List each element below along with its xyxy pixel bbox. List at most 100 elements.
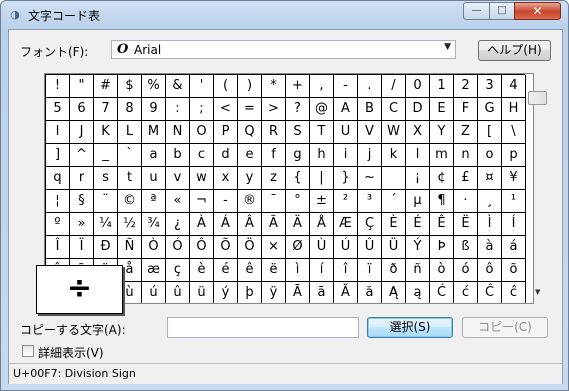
char-cell[interactable]: ª (142, 190, 166, 213)
char-cell[interactable]: b (166, 144, 190, 167)
char-cell[interactable]: Ú (334, 236, 358, 259)
char-cell[interactable]: È (382, 213, 406, 236)
char-cell[interactable]: - (334, 75, 358, 98)
char-cell[interactable]: , (310, 75, 334, 98)
char-cell[interactable]: y (238, 167, 262, 190)
char-cell[interactable]: æ (142, 259, 166, 282)
char-cell[interactable]: t (118, 167, 142, 190)
char-cell[interactable]: Ò (142, 236, 166, 259)
char-cell[interactable]: ā (310, 282, 334, 303)
char-cell[interactable]: Y (430, 121, 454, 144)
char-cell[interactable]: I (46, 121, 70, 144)
char-cell[interactable]: @ (310, 98, 334, 121)
char-cell[interactable]: . (358, 75, 382, 98)
char-cell[interactable]: Í (502, 213, 526, 236)
char-cell[interactable]: > (262, 98, 286, 121)
char-cell[interactable]: ą (406, 282, 430, 303)
char-cell[interactable]: Ä (286, 213, 310, 236)
char-cell[interactable]: ì (286, 259, 310, 282)
char-cell[interactable]: e (238, 144, 262, 167)
char-cell[interactable]: Ý (406, 236, 430, 259)
char-cell[interactable]: D (406, 98, 430, 121)
char-cell[interactable]: É (406, 213, 430, 236)
maximize-button[interactable]: □ (489, 2, 515, 20)
char-cell[interactable]: o (478, 144, 502, 167)
char-cell[interactable]: × (262, 236, 286, 259)
char-cell[interactable]: } (334, 167, 358, 190)
char-cell[interactable]: Õ (214, 236, 238, 259)
char-cell[interactable]: + (286, 75, 310, 98)
char-cell[interactable]: ă (358, 282, 382, 303)
char-cell[interactable]: ~ (358, 167, 382, 190)
char-cell[interactable]: M (142, 121, 166, 144)
char-cell[interactable]: ( (214, 75, 238, 98)
char-cell[interactable]: r (70, 167, 94, 190)
char-cell[interactable]: = (238, 98, 262, 121)
char-cell[interactable]: ¾ (142, 213, 166, 236)
char-cell[interactable]: k (382, 144, 406, 167)
char-cell[interactable]: ¢ (430, 167, 454, 190)
char-cell[interactable]: ` (118, 144, 142, 167)
char-cell[interactable]: Ć (430, 282, 454, 303)
char-cell[interactable]: v (166, 167, 190, 190)
char-cell[interactable]: Ã (262, 213, 286, 236)
char-cell[interactable]: h (310, 144, 334, 167)
char-cell[interactable]: N (166, 121, 190, 144)
scroll-down-icon[interactable]: ▼ (535, 288, 540, 296)
char-cell[interactable]: Å (310, 213, 334, 236)
char-cell[interactable]: ß (454, 236, 478, 259)
char-cell[interactable]: Þ (430, 236, 454, 259)
char-cell[interactable]: è (190, 259, 214, 282)
char-cell[interactable]: U (334, 121, 358, 144)
char-cell[interactable]: | (310, 167, 334, 190)
char-cell[interactable]: Ó (166, 236, 190, 259)
char-cell[interactable]: : (166, 98, 190, 121)
char-cell[interactable]: ¿ (166, 213, 190, 236)
char-cell[interactable]: E (430, 98, 454, 121)
char-cell[interactable]: ^ (70, 144, 94, 167)
char-cell[interactable]: l (406, 144, 430, 167)
char-cell[interactable]: z (262, 167, 286, 190)
char-cell[interactable]: < (214, 98, 238, 121)
char-cell[interactable]: H (502, 98, 526, 121)
char-cell[interactable]: ć (454, 282, 478, 303)
char-cell[interactable]: ¥ (502, 167, 526, 190)
char-cell[interactable]: ° (286, 190, 310, 213)
char-cell[interactable]: X (406, 121, 430, 144)
char-cell[interactable]: ü (190, 282, 214, 303)
minimize-button[interactable]: — (463, 2, 490, 20)
char-cell[interactable]: Ü (382, 236, 406, 259)
char-cell[interactable]: » (70, 213, 94, 236)
char-cell[interactable]: 8 (118, 98, 142, 121)
char-cell[interactable]: A (334, 98, 358, 121)
char-cell[interactable]: # (94, 75, 118, 98)
char-cell[interactable]: i (334, 144, 358, 167)
char-cell[interactable]: ë (262, 259, 286, 282)
char-cell[interactable]: O (190, 121, 214, 144)
char-cell[interactable]: Î (46, 236, 70, 259)
char-cell[interactable]: µ (406, 190, 430, 213)
title-bar[interactable]: ◑ 文字コード表 — □ ✕ (1, 1, 568, 29)
char-cell[interactable]: * (262, 75, 286, 98)
char-cell[interactable]: ĉ (502, 282, 526, 303)
char-cell[interactable]: À (190, 213, 214, 236)
char-cell[interactable]: ; (190, 98, 214, 121)
char-cell[interactable]: õ (502, 259, 526, 282)
char-cell[interactable]: Ê (430, 213, 454, 236)
char-cell[interactable]: Ð (94, 236, 118, 259)
char-cell[interactable]: j (358, 144, 382, 167)
char-cell[interactable]: ý (214, 282, 238, 303)
char-cell[interactable]: G (478, 98, 502, 121)
char-cell[interactable]: P (214, 121, 238, 144)
char-cell[interactable]: & (166, 75, 190, 98)
help-button[interactable]: ヘルプ(H) (478, 40, 551, 61)
char-cell[interactable]: 3 (478, 75, 502, 98)
char-cell[interactable]: ² (334, 190, 358, 213)
select-button[interactable]: 選択(S) (367, 317, 453, 338)
char-cell[interactable]: ® (238, 190, 262, 213)
char-cell[interactable]: ' (190, 75, 214, 98)
char-cell[interactable]: ó (454, 259, 478, 282)
char-cell[interactable]: ¶ (430, 190, 454, 213)
char-cell[interactable]: n (454, 144, 478, 167)
char-cell[interactable]: a (142, 144, 166, 167)
